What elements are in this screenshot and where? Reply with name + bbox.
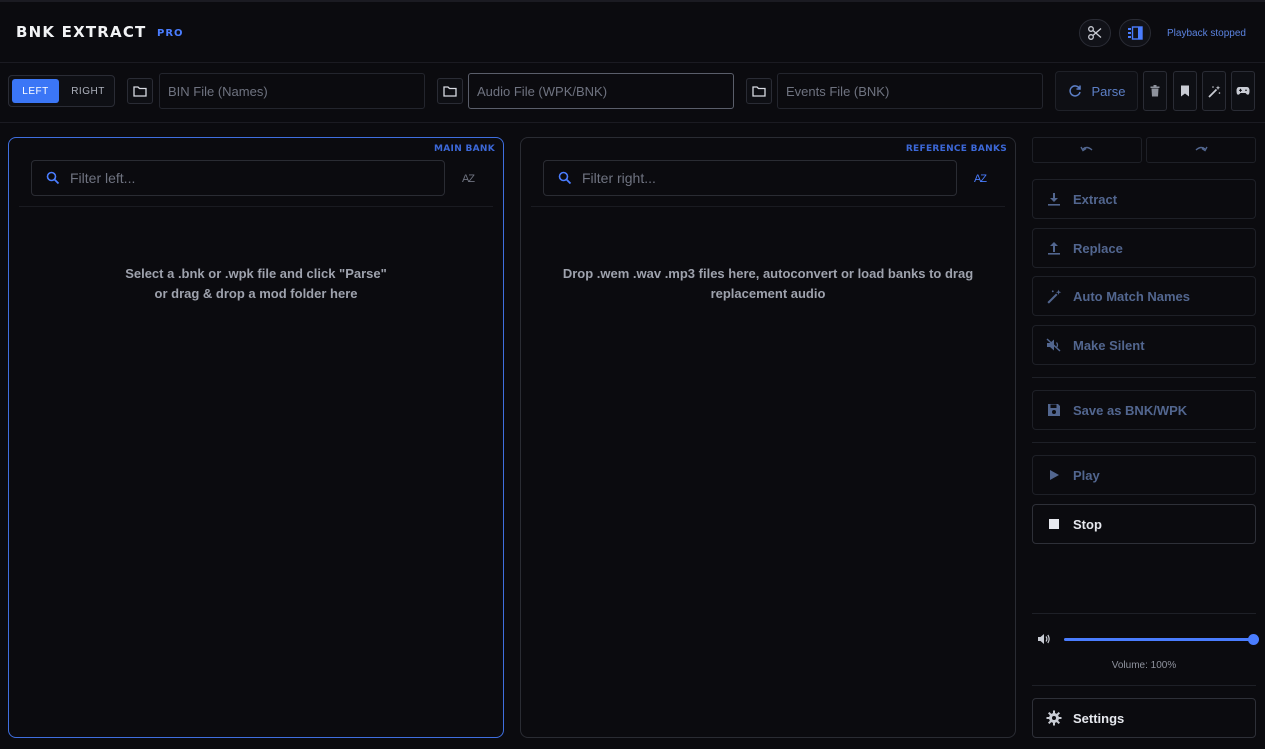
panel-divider <box>531 206 1005 207</box>
undo-button[interactable] <box>1032 137 1142 163</box>
bookmark-button[interactable] <box>1173 71 1197 111</box>
filter-right-box <box>543 160 957 196</box>
sort-right-button[interactable]: AZ <box>970 170 990 188</box>
sidebar-divider <box>1032 442 1256 443</box>
sidebar-divider <box>1032 613 1256 614</box>
sort-left-button[interactable]: AZ <box>458 170 478 188</box>
volume-fill <box>1064 638 1254 641</box>
auto-match-label: Auto Match Names <box>1073 288 1191 304</box>
replace-button[interactable]: Replace <box>1032 228 1256 268</box>
parse-label: Parse <box>1091 83 1126 99</box>
drop-message-line2: replacement audio <box>710 286 826 301</box>
extract-label: Extract <box>1073 191 1118 207</box>
trash-icon <box>1150 85 1160 97</box>
bookmark-icon <box>1181 85 1189 97</box>
stop-button[interactable]: Stop <box>1032 504 1256 544</box>
stop-label: Stop <box>1073 516 1102 532</box>
sidebar-divider <box>1032 685 1256 686</box>
filter-left-input[interactable] <box>68 161 438 195</box>
events-browse-button[interactable] <box>746 78 772 104</box>
search-icon <box>46 171 60 190</box>
folder-icon <box>133 86 147 97</box>
download-icon <box>1045 190 1063 208</box>
sidebar-divider <box>1032 377 1256 378</box>
extract-button[interactable]: Extract <box>1032 179 1256 219</box>
auto-match-button[interactable]: Auto Match Names <box>1032 276 1256 316</box>
make-silent-button[interactable]: Make Silent <box>1032 325 1256 365</box>
settings-button[interactable]: Settings <box>1032 698 1256 738</box>
bin-browse-button[interactable] <box>127 78 153 104</box>
magic-wand-icon <box>1207 85 1220 98</box>
folder-icon <box>752 86 766 97</box>
volume-icon[interactable] <box>1037 632 1051 651</box>
redo-button[interactable] <box>1146 137 1256 163</box>
undo-icon <box>1080 146 1093 152</box>
replace-label: Replace <box>1073 240 1123 256</box>
side-left-button[interactable]: LEFT <box>12 79 59 103</box>
app-header: BNK EXTRACT PRO Playback stopped <box>0 0 1265 63</box>
events-file-input[interactable] <box>777 73 1043 109</box>
mute-icon <box>1045 336 1063 354</box>
make-silent-label: Make Silent <box>1073 337 1145 353</box>
play-icon <box>1045 466 1063 484</box>
filter-right-input[interactable] <box>580 161 950 195</box>
toolbar: LEFT RIGHT Parse <box>0 63 1265 123</box>
filter-left-box <box>31 160 445 196</box>
pro-badge: PRO <box>157 28 184 39</box>
save-icon <box>1045 401 1063 419</box>
sort-az-icon: AZ <box>973 173 987 185</box>
drop-message: Drop .wem .wav .mp3 files here, autoconv… <box>521 264 1015 304</box>
magic-button[interactable] <box>1202 71 1226 111</box>
main-bank-tag: MAIN BANK <box>434 144 495 154</box>
save-label: Save as BNK/WPK <box>1073 402 1188 418</box>
parse-button[interactable]: Parse <box>1055 71 1138 111</box>
gear-icon <box>1045 709 1063 727</box>
magic-wand-icon <box>1045 287 1063 305</box>
scissors-icon <box>1088 26 1102 40</box>
refresh-icon <box>1068 85 1081 97</box>
panel-layout-icon <box>1128 26 1143 40</box>
search-icon <box>558 171 572 190</box>
volume-label: Volume: 100% <box>1111 660 1177 671</box>
redo-icon <box>1195 146 1208 152</box>
audio-browse-button[interactable] <box>437 78 463 104</box>
panel-divider <box>19 206 493 207</box>
volume-thumb[interactable] <box>1248 634 1259 645</box>
empty-message: Select a .bnk or .wpk file and click "Pa… <box>9 264 503 304</box>
scissors-button[interactable] <box>1079 19 1111 47</box>
save-button[interactable]: Save as BNK/WPK <box>1032 390 1256 430</box>
volume-slider[interactable] <box>1064 634 1259 645</box>
sort-az-icon: AZ <box>461 173 475 185</box>
side-toggle: LEFT RIGHT <box>8 75 115 107</box>
stop-icon <box>1045 515 1063 533</box>
upload-icon <box>1045 239 1063 257</box>
reference-banks-panel[interactable]: REFERENCE BANKS AZ Drop .wem .wav .mp3 f… <box>520 137 1016 738</box>
play-label: Play <box>1073 467 1100 483</box>
main-bank-panel[interactable]: MAIN BANK AZ Select a .bnk or .wpk file … <box>8 137 504 738</box>
layout-toggle-button[interactable] <box>1119 19 1151 47</box>
audio-file-input[interactable] <box>468 73 734 109</box>
gamepad-icon <box>1236 87 1250 95</box>
bin-file-input[interactable] <box>159 73 425 109</box>
reference-banks-tag: REFERENCE BANKS <box>905 144 1007 154</box>
playback-status: Playback stopped <box>1167 28 1246 39</box>
gamepad-button[interactable] <box>1231 71 1255 111</box>
empty-message-line1: Select a .bnk or .wpk file and click "Pa… <box>125 266 387 281</box>
drop-message-line1: Drop .wem .wav .mp3 files here, autoconv… <box>562 266 974 281</box>
side-right-button[interactable]: RIGHT <box>63 79 113 103</box>
clear-button[interactable] <box>1143 71 1167 111</box>
empty-message-line2: or drag & drop a mod folder here <box>154 286 358 301</box>
play-button[interactable]: Play <box>1032 455 1256 495</box>
folder-icon <box>443 86 457 97</box>
app-title: BNK EXTRACT <box>16 23 147 41</box>
settings-label: Settings <box>1073 710 1125 726</box>
